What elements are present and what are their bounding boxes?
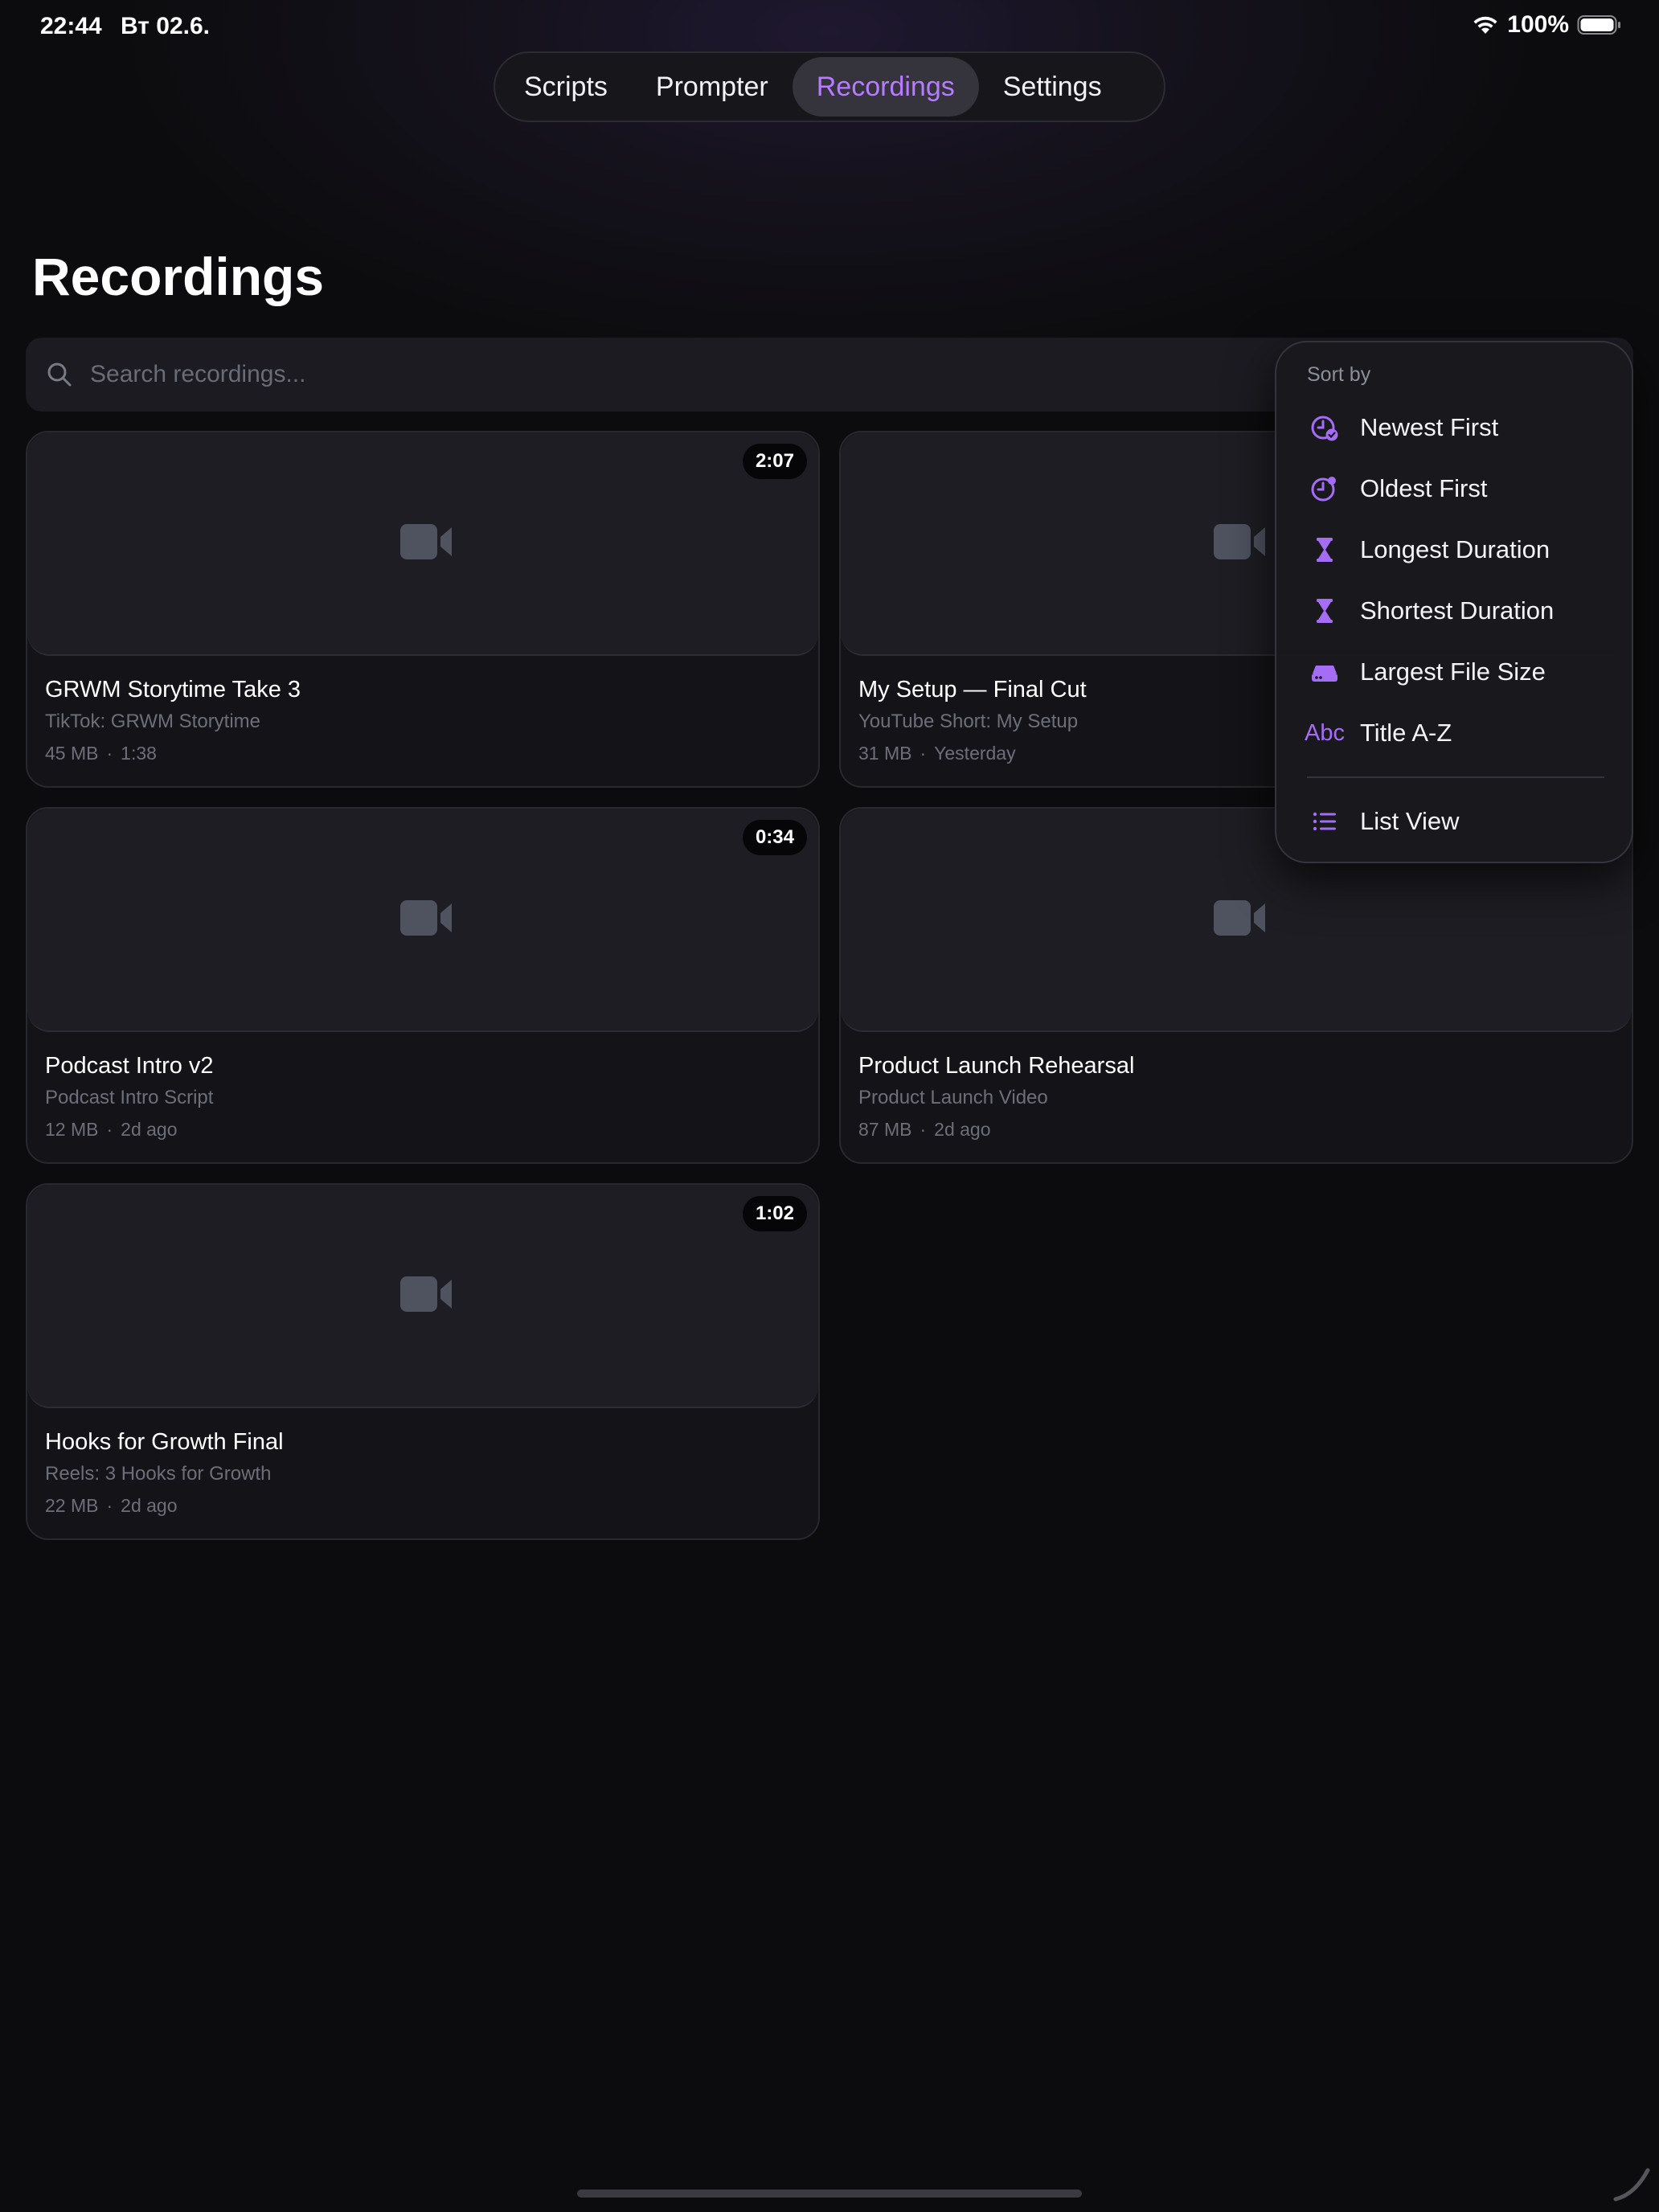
clock-dot-icon	[1307, 473, 1342, 505]
status-indicators: 100%	[1472, 11, 1622, 39]
recording-thumbnail: 2:07	[27, 432, 818, 656]
duration-badge: 1:02	[742, 1196, 807, 1231]
recording-size: 12 MB	[45, 1119, 99, 1140]
home-indicator[interactable]	[577, 2189, 1082, 2198]
main-tab-bar: Scripts Prompter Recordings Settings	[494, 51, 1165, 122]
recording-size: 87 MB	[858, 1119, 912, 1140]
recording-title: GRWM Storytime Take 3	[45, 677, 301, 703]
page-title: Recordings	[32, 247, 325, 306]
recording-card[interactable]: 0:34 Podcast Intro v2 Podcast Intro Scri…	[26, 807, 820, 1164]
recording-script: Product Launch Video	[858, 1087, 1048, 1108]
recording-time: Yesterday	[934, 743, 1016, 764]
sort-option-largest-file-size[interactable]: Largest File Size	[1276, 641, 1632, 703]
recording-size: 31 MB	[858, 743, 912, 764]
recording-size: 22 MB	[45, 1495, 99, 1516]
status-time: 22:44	[40, 13, 102, 39]
sort-option-longest-duration[interactable]: Longest Duration	[1276, 519, 1632, 580]
sort-option-label: Oldest First	[1360, 474, 1488, 502]
abc-icon: Abc	[1305, 719, 1345, 746]
recording-thumbnail: 1:02	[27, 1185, 818, 1408]
tab-scripts[interactable]: Scripts	[500, 57, 632, 117]
video-camera-icon	[400, 524, 452, 559]
clock-check-icon	[1307, 412, 1342, 444]
meta-separator: ·	[106, 1495, 113, 1516]
recording-size: 45 MB	[45, 743, 99, 764]
recording-script: TikTok: GRWM Storytime	[45, 711, 261, 732]
recording-meta: 12 MB · 2d ago	[45, 1119, 178, 1141]
recording-time: 2d ago	[121, 1119, 178, 1140]
recording-card[interactable]: 2:07 GRWM Storytime Take 3 TikTok: GRWM …	[26, 431, 820, 788]
tab-recordings[interactable]: Recordings	[792, 57, 979, 117]
recordings-screen: 22:44 Вт 02.6. 100% Scripts Prompter Rec…	[0, 0, 1659, 2212]
recording-script: Reels: 3 Hooks for Growth	[45, 1463, 272, 1485]
recording-meta: 22 MB · 2d ago	[45, 1495, 178, 1517]
sort-option-label: Title A-Z	[1360, 719, 1452, 747]
recording-time: 2d ago	[934, 1119, 991, 1140]
status-bar: 22:44 Вт 02.6. 100%	[0, 0, 1659, 51]
sort-option-label: Longest Duration	[1360, 535, 1550, 563]
recording-meta: 31 MB · Yesterday	[858, 743, 1016, 764]
battery-percentage: 100%	[1507, 11, 1569, 38]
list-view-label: List View	[1360, 807, 1460, 835]
hourglass-icon	[1307, 595, 1342, 627]
sort-menu-header: Sort by	[1307, 363, 1371, 386]
recording-script: Podcast Intro Script	[45, 1087, 214, 1108]
meta-separator: ·	[106, 743, 113, 764]
tab-prompter[interactable]: Prompter	[632, 57, 793, 117]
recording-time: 2d ago	[121, 1495, 178, 1516]
battery-icon	[1577, 15, 1620, 35]
recording-title: Hooks for Growth Final	[45, 1429, 284, 1455]
video-camera-icon	[400, 900, 452, 936]
recording-title: My Setup — Final Cut	[858, 677, 1087, 703]
meta-separator: ·	[920, 1119, 927, 1140]
recording-title: Podcast Intro v2	[45, 1053, 214, 1079]
sort-option-title-a-z[interactable]: Abc Title A-Z	[1276, 703, 1632, 764]
video-camera-icon	[1214, 524, 1265, 559]
meta-separator: ·	[920, 743, 927, 764]
sort-option-label: Newest First	[1360, 413, 1499, 441]
recording-meta: 87 MB · 2d ago	[858, 1119, 991, 1141]
list-view-option[interactable]: List View	[1276, 791, 1632, 852]
video-camera-icon	[400, 1276, 452, 1312]
recording-time: 1:38	[121, 743, 157, 764]
drive-icon	[1307, 656, 1342, 688]
wifi-icon	[1473, 16, 1497, 34]
sort-option-label: Largest File Size	[1360, 657, 1546, 686]
hourglass-icon	[1307, 534, 1342, 566]
sort-menu: Sort by Newest First Oldest First Longes…	[1275, 341, 1633, 863]
recording-card[interactable]: 1:02 Hooks for Growth Final Reels: 3 Hoo…	[26, 1183, 820, 1540]
list-icon	[1307, 805, 1342, 838]
status-date: Вт 02.6.	[121, 13, 211, 39]
tab-settings[interactable]: Settings	[979, 57, 1126, 117]
resize-corner-icon	[1613, 2168, 1650, 2202]
sort-option-label: Shortest Duration	[1360, 596, 1555, 625]
sort-option-newest-first[interactable]: Newest First	[1276, 397, 1632, 458]
recording-title: Product Launch Rehearsal	[858, 1053, 1135, 1079]
duration-badge: 2:07	[742, 444, 807, 479]
search-icon	[47, 363, 72, 387]
sort-option-oldest-first[interactable]: Oldest First	[1276, 458, 1632, 519]
menu-divider	[1307, 776, 1604, 778]
recording-script: YouTube Short: My Setup	[858, 711, 1079, 732]
meta-separator: ·	[106, 1119, 113, 1140]
recording-thumbnail: 0:34	[27, 809, 818, 1032]
sort-option-shortest-duration[interactable]: Shortest Duration	[1276, 580, 1632, 641]
recording-meta: 45 MB · 1:38	[45, 743, 157, 764]
video-camera-icon	[1214, 900, 1265, 936]
duration-badge: 0:34	[742, 820, 807, 855]
